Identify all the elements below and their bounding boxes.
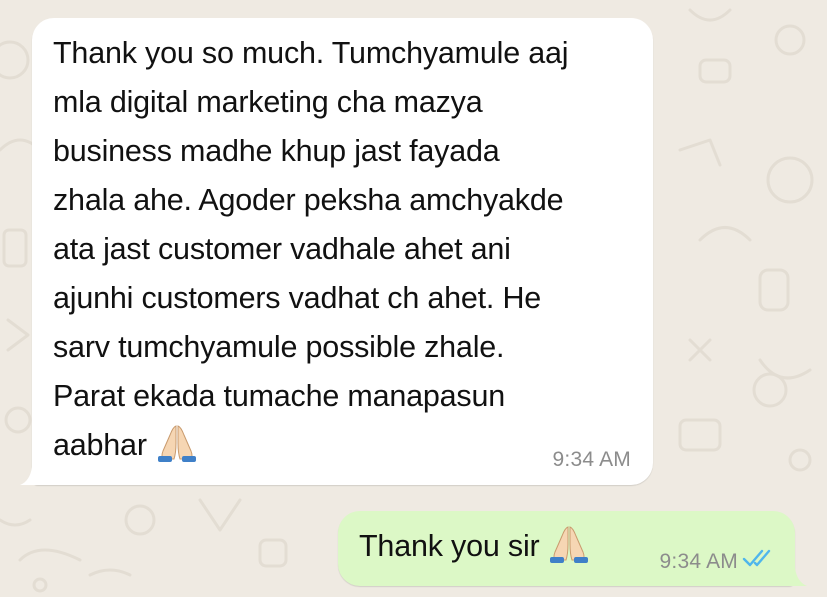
message-line: Thank you so much. Tumchyamule aaj	[53, 36, 569, 70]
folded-hands-icon	[157, 425, 196, 462]
incoming-bubble-tail	[20, 465, 40, 485]
incoming-message-bubble[interactable]: Thank you so much. Tumchyamule aaj mla d…	[20, 18, 653, 485]
incoming-message-text: Thank you so much. Tumchyamule aaj mla d…	[53, 29, 648, 470]
folded-hands-icon	[550, 526, 589, 563]
outgoing-bubble-tail	[787, 566, 807, 586]
message-line: business madhe khup jast fayada	[53, 134, 500, 168]
message-line: Parat ekada tumache manapasun	[53, 379, 505, 413]
message-line: ata jast customer vadhale ahet ani	[53, 232, 511, 266]
read-double-check-icon	[742, 549, 771, 567]
message-timestamp: 9:34 AM	[552, 448, 631, 471]
message-timestamp: 9:34 AM	[659, 550, 738, 573]
message-line: sarv tumchyamule possible zhale.	[53, 330, 505, 364]
message-line: Thank you sir	[359, 529, 540, 563]
outgoing-message-bubble[interactable]: Thank you sir 9:34 AM	[338, 511, 807, 586]
outgoing-message-text: Thank you sir	[359, 522, 591, 570]
message-line: mla digital marketing cha mazya	[53, 85, 483, 119]
message-line: aabhar	[53, 428, 147, 462]
message-line: ajunhi customers vadhat ch ahet. He	[53, 281, 542, 315]
message-line: zhala ahe. Agoder peksha amchyakde	[53, 183, 564, 217]
